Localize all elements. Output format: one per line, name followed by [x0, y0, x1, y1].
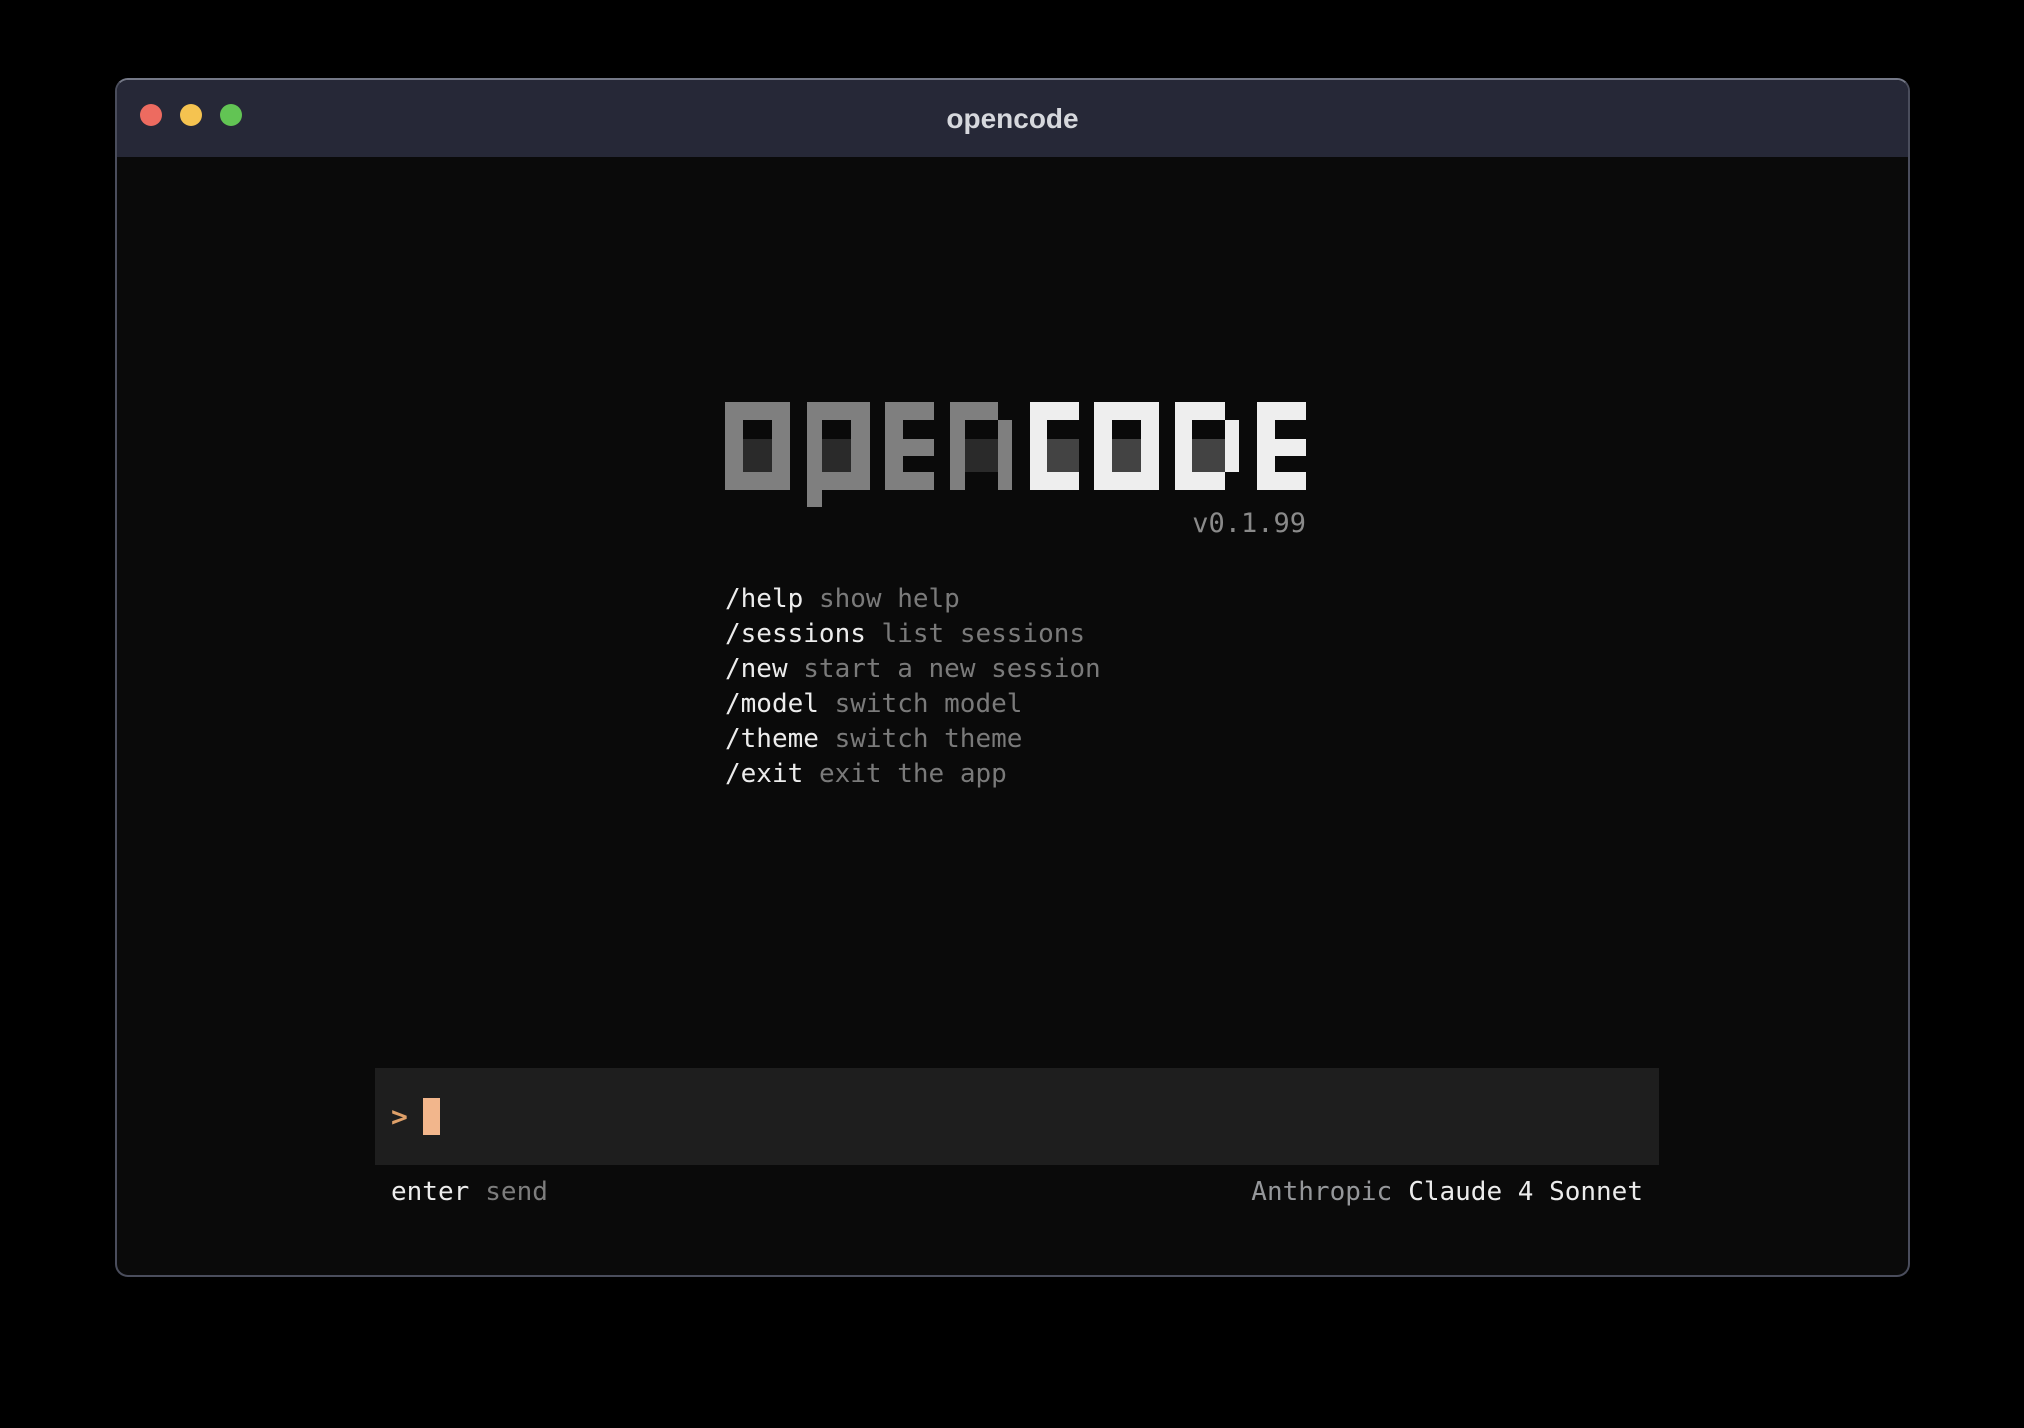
command-description: switch theme	[835, 724, 1023, 754]
command-name: /sessions	[725, 619, 866, 649]
text-cursor	[423, 1098, 440, 1135]
status-bar: enter send Anthropic Claude 4 Sonnet	[375, 1177, 1659, 1207]
command-item-help[interactable]: /help show help	[725, 582, 1101, 617]
command-name: /theme	[725, 724, 819, 754]
keybind-key: enter	[391, 1177, 469, 1207]
window-title: opencode	[946, 103, 1078, 135]
command-name: /new	[725, 654, 788, 684]
opencode-logo: opencode	[725, 402, 1306, 508]
keybind-action: send	[485, 1177, 548, 1207]
keybind-hint: enter send	[391, 1177, 548, 1207]
opencode-logo-svg: opencode	[725, 402, 1306, 508]
prompt-chevron: >	[391, 1068, 408, 1165]
logo-word-open	[725, 402, 1012, 507]
minimize-button[interactable]	[180, 104, 202, 126]
window-titlebar[interactable]: opencode	[117, 80, 1908, 157]
command-list: /help show help /sessions list sessions …	[725, 582, 1101, 792]
command-description: start a new session	[803, 654, 1100, 684]
zoom-button[interactable]	[220, 104, 242, 126]
command-description: exit the app	[819, 759, 1007, 789]
command-item-model[interactable]: /model switch model	[725, 687, 1101, 722]
command-description: switch model	[835, 689, 1023, 719]
command-item-exit[interactable]: /exit exit the app	[725, 757, 1101, 792]
command-item-sessions[interactable]: /sessions list sessions	[725, 617, 1101, 652]
opencode-window: opencode opencode	[115, 78, 1910, 1277]
command-description: list sessions	[882, 619, 1086, 649]
version-label: v0.1.99	[725, 510, 1306, 538]
command-item-new[interactable]: /new start a new session	[725, 652, 1101, 687]
logo-word-code	[1030, 402, 1306, 490]
command-item-theme[interactable]: /theme switch theme	[725, 722, 1101, 757]
model-name: Claude 4 Sonnet	[1408, 1177, 1643, 1207]
window-controls	[140, 104, 242, 126]
prompt-input[interactable]: >	[375, 1068, 1659, 1165]
command-description: show help	[819, 584, 960, 614]
command-name: /help	[725, 584, 803, 614]
command-name: /model	[725, 689, 819, 719]
command-name: /exit	[725, 759, 803, 789]
model-provider: Anthropic	[1251, 1177, 1392, 1207]
close-button[interactable]	[140, 104, 162, 126]
model-indicator[interactable]: Anthropic Claude 4 Sonnet	[1251, 1177, 1643, 1207]
